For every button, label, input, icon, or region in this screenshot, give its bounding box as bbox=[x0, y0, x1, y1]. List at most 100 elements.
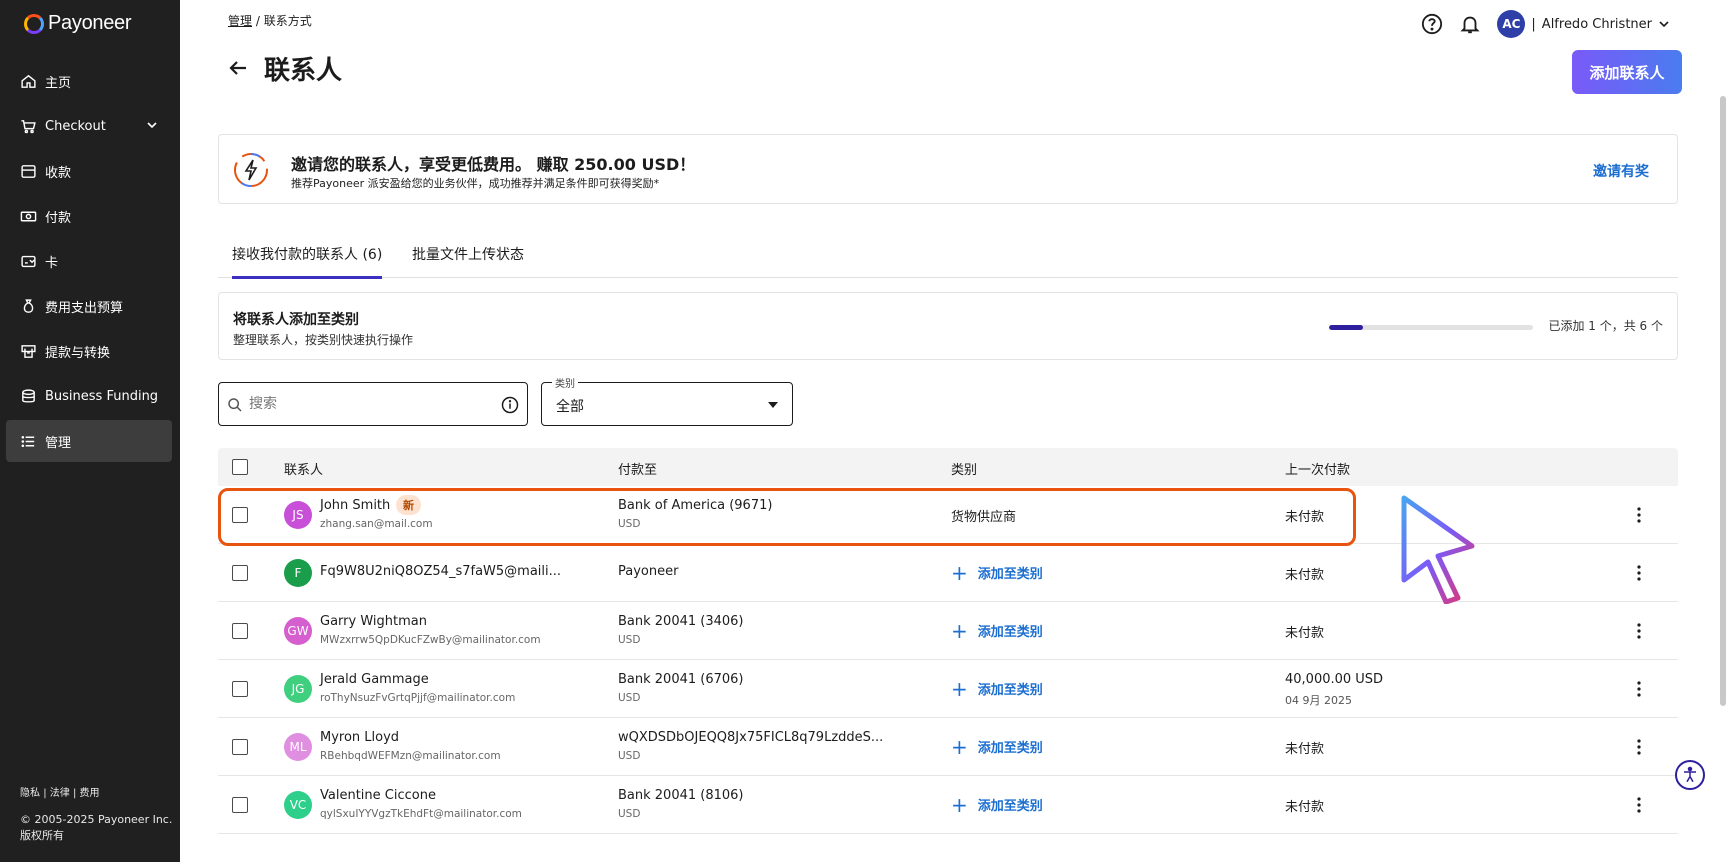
page-title: 联系人 bbox=[264, 56, 343, 86]
pay-to-account: Payoneer bbox=[618, 564, 679, 579]
table-row[interactable]: ML Myron Lloyd RBehbqdWEFMzn@mailinator.… bbox=[218, 718, 1678, 776]
add-to-category-label: 添加至类别 bbox=[977, 741, 1043, 756]
user-name: Alfredo Christner bbox=[1541, 16, 1652, 32]
info-icon[interactable] bbox=[501, 396, 519, 414]
row-checkbox[interactable] bbox=[232, 681, 248, 697]
category-select[interactable]: 类别 全部 bbox=[541, 375, 793, 426]
table-row[interactable]: GW Garry Wightman MWzxrrw5QpDKucFZwBy@ma… bbox=[218, 602, 1678, 660]
more-options-icon[interactable] bbox=[1636, 622, 1642, 640]
card-icon bbox=[21, 255, 36, 267]
tab-bulk-upload-status[interactable]: 批量文件上传状态 bbox=[412, 244, 524, 276]
sidebar-item-expense-budget[interactable]: 费用支出预算 bbox=[6, 285, 172, 327]
avatar: ML bbox=[284, 733, 312, 761]
contact-email: MWzxrrw5QpDKucFZwBy@mailinator.com bbox=[320, 634, 541, 646]
select-all-checkbox[interactable] bbox=[232, 459, 248, 475]
more-options-icon[interactable] bbox=[1636, 506, 1642, 524]
search-input[interactable] bbox=[249, 393, 489, 415]
sidebar-item-receive[interactable]: 收款 bbox=[6, 150, 172, 192]
legal-link[interactable]: 法律 bbox=[50, 788, 70, 799]
pay-to-account: wQXDSDbOJEQQ8Jx75FICL8q79LzddeS... bbox=[618, 730, 884, 745]
cursor-arrow-icon bbox=[1401, 495, 1475, 604]
table-row[interactable]: VC Valentine Ciccone qylSxuIYYVgzTkEhdFt… bbox=[218, 776, 1678, 834]
invite-reward-link[interactable]: 邀请有奖 bbox=[1593, 161, 1649, 181]
add-to-category-button[interactable]: + 添加至类别 bbox=[951, 621, 1043, 641]
category-select-label: 类别 bbox=[552, 375, 578, 390]
sidebar-item-manage[interactable]: 管理 bbox=[6, 420, 172, 462]
banner-subtitle: 推荐Payoneer 派安盈给您的业务伙伴，成功推荐并满足条件即可获得奖励* bbox=[291, 177, 660, 190]
footer-separator: | bbox=[72, 788, 77, 799]
breadcrumb: 管理 / 联系方式 bbox=[228, 12, 312, 29]
sidebar-item-withdraw[interactable]: 提款与转换 bbox=[6, 330, 172, 372]
row-checkbox[interactable] bbox=[232, 739, 248, 755]
pay-to-currency: USD bbox=[618, 750, 641, 762]
topbar-actions: AC | Alfredo Christner bbox=[1421, 10, 1670, 38]
table-row[interactable]: JG Jerald Gammage roThyNsuzFvGrtqPjjf@ma… bbox=[218, 660, 1678, 718]
chevron-down-icon bbox=[1659, 21, 1669, 28]
fees-link[interactable]: 费用 bbox=[80, 788, 100, 799]
more-options-icon[interactable] bbox=[1636, 738, 1642, 756]
more-options-icon[interactable] bbox=[1636, 564, 1642, 582]
sidebar-item-pay[interactable]: 付款 bbox=[6, 195, 172, 237]
contact-email: RBehbqdWEFMzn@mailinator.com bbox=[320, 750, 501, 762]
lightning-badge-icon bbox=[234, 153, 268, 187]
sidebar: Payoneer 主页 Checkout 收款 付款 卡 费用支出预算 提款与转… bbox=[0, 0, 180, 862]
page-scrollbar[interactable] bbox=[1720, 96, 1726, 706]
search-field[interactable] bbox=[218, 382, 528, 426]
category-card: 将联系人添加至类别 整理联系人，按类别快速执行操作 已添加 1 个，共 6 个 bbox=[218, 292, 1678, 360]
search-icon bbox=[228, 398, 242, 412]
add-contact-button[interactable]: 添加联系人 bbox=[1572, 50, 1682, 94]
privacy-link[interactable]: 隐私 bbox=[20, 788, 40, 799]
cash-icon bbox=[20, 211, 37, 221]
user-menu[interactable]: AC | Alfredo Christner bbox=[1497, 10, 1670, 38]
contact-name: Fq9W8U2niQ8OZ54_s7faW5@maili... bbox=[320, 564, 562, 579]
contact-tabs: 接收我付款的联系人 (6) 批量文件上传状态 bbox=[218, 240, 1678, 279]
contact-name: Myron Lloyd bbox=[320, 730, 400, 745]
sidebar-item-checkout[interactable]: Checkout bbox=[6, 105, 172, 147]
breadcrumb-current: 联系方式 bbox=[263, 14, 312, 28]
sidebar-item-home[interactable]: 主页 bbox=[6, 60, 172, 102]
caret-down-icon bbox=[768, 402, 778, 408]
add-to-category-button[interactable]: + 添加至类别 bbox=[951, 679, 1043, 699]
payoneer-logo[interactable]: Payoneer bbox=[24, 12, 132, 35]
add-to-category-button[interactable]: + 添加至类别 bbox=[951, 795, 1043, 815]
bell-icon[interactable] bbox=[1459, 13, 1481, 35]
contact-email: qylSxuIYYVgzTkEhdFt@mailinator.com bbox=[320, 808, 522, 820]
category-progress-text: 已添加 1 个，共 6 个 bbox=[1548, 319, 1663, 333]
sidebar-item-label: Business Funding bbox=[45, 388, 159, 404]
tab-payees[interactable]: 接收我付款的联系人 (6) bbox=[232, 244, 383, 279]
inbox-icon bbox=[21, 164, 36, 178]
rights-text: 版权所有 bbox=[20, 829, 64, 842]
row-checkbox[interactable] bbox=[232, 565, 248, 581]
accessibility-icon bbox=[1684, 766, 1696, 783]
add-to-category-button[interactable]: + 添加至类别 bbox=[951, 560, 1043, 585]
money-bag-icon bbox=[23, 298, 34, 313]
user-avatar: AC bbox=[1497, 10, 1526, 38]
row-checkbox[interactable] bbox=[232, 623, 248, 639]
breadcrumb-manage-link[interactable]: 管理 bbox=[228, 14, 252, 28]
chevron-down-icon[interactable] bbox=[146, 119, 158, 131]
plus-icon: + bbox=[951, 560, 968, 585]
pay-to-currency: USD bbox=[618, 634, 641, 646]
last-payment: 40,000.00 USD bbox=[1285, 672, 1384, 687]
last-payment: 未付款 bbox=[1285, 626, 1325, 641]
back-arrow-icon[interactable] bbox=[226, 56, 250, 80]
more-options-icon[interactable] bbox=[1636, 680, 1642, 698]
category-card-subtitle: 整理联系人，按类别快速执行操作 bbox=[233, 333, 414, 347]
sidebar-item-card[interactable]: 卡 bbox=[6, 240, 172, 282]
add-to-category-button[interactable]: + 添加至类别 bbox=[951, 734, 1043, 759]
sidebar-item-label: 收款 bbox=[45, 165, 72, 181]
pay-to-currency: USD bbox=[618, 808, 641, 820]
copyright-text: © 2005-2025 Payoneer Inc. bbox=[20, 813, 173, 826]
plus-icon: + bbox=[951, 734, 968, 759]
add-to-category-label: 添加至类别 bbox=[977, 625, 1043, 640]
pay-to-account: Bank 20041 (8106) bbox=[618, 788, 744, 803]
row-checkbox[interactable] bbox=[232, 797, 248, 813]
home-icon bbox=[21, 74, 36, 88]
accessibility-button[interactable] bbox=[1675, 760, 1705, 790]
list-icon bbox=[21, 435, 35, 447]
last-payment: 未付款 bbox=[1285, 800, 1325, 815]
help-icon[interactable] bbox=[1421, 13, 1443, 35]
more-options-icon[interactable] bbox=[1636, 796, 1642, 814]
sidebar-item-business-funding[interactable]: Business Funding bbox=[6, 375, 172, 417]
add-to-category-label: 添加至类别 bbox=[977, 799, 1043, 814]
